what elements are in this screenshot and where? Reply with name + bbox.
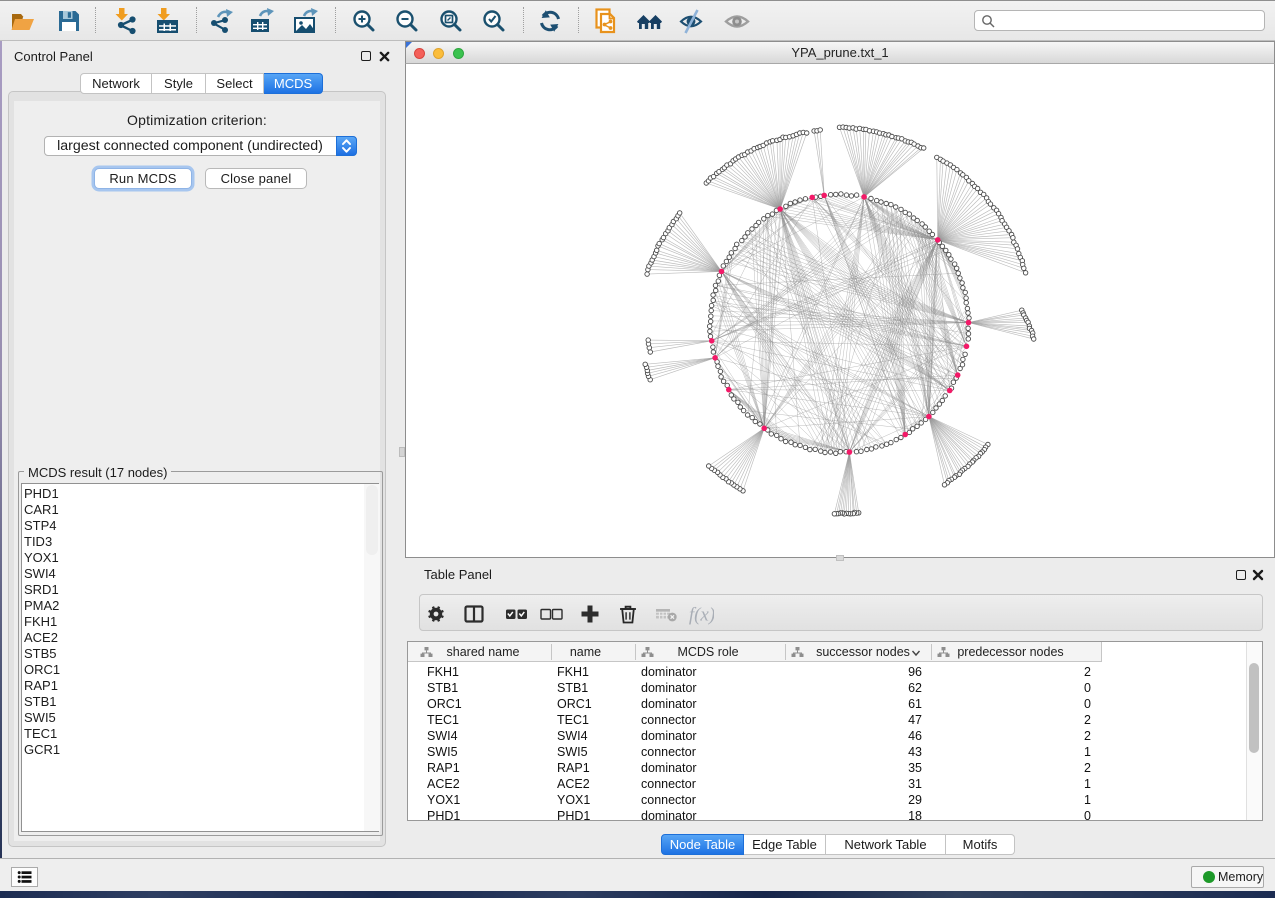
svg-text:f(x): f(x)	[689, 605, 714, 626]
